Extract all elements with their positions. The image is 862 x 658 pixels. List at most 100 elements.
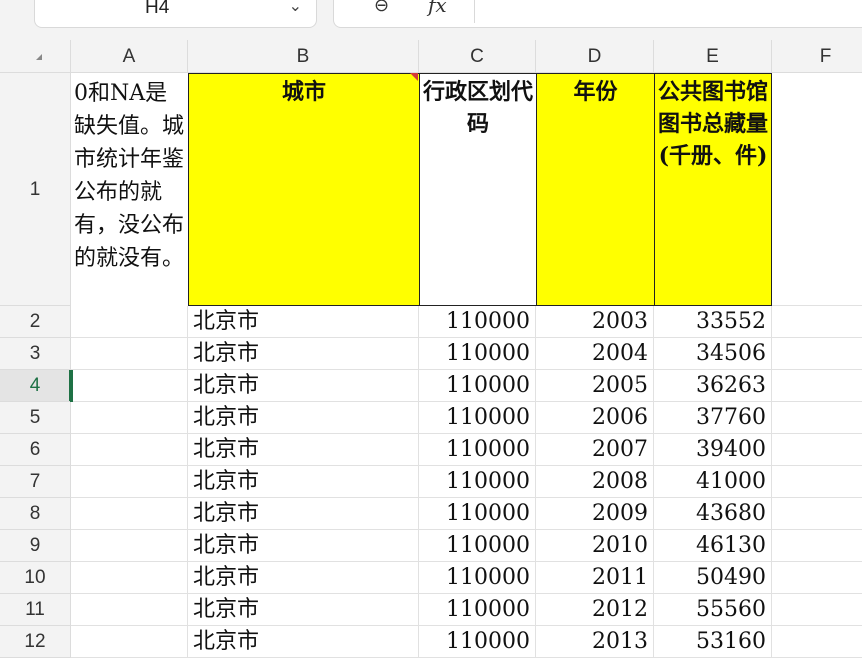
cell-city[interactable]: 北京市 (188, 402, 419, 434)
cell-f[interactable] (772, 626, 862, 658)
row-header-9[interactable]: 9 (0, 530, 71, 562)
cell-f[interactable] (772, 530, 862, 562)
cell-a[interactable] (71, 402, 188, 434)
cell-code[interactable]: 110000 (419, 594, 536, 626)
cell-f[interactable] (772, 370, 862, 402)
cell-a[interactable] (71, 370, 188, 402)
cell-books[interactable]: 43680 (654, 498, 772, 530)
cell-code[interactable]: 110000 (419, 498, 536, 530)
row-header-6[interactable]: 6 (0, 434, 71, 466)
cell-city[interactable]: 北京市 (188, 594, 419, 626)
cell-f1[interactable] (772, 73, 862, 306)
cell-code[interactable]: 110000 (419, 434, 536, 466)
cell-f[interactable] (772, 306, 862, 338)
cell-books[interactable]: 41000 (654, 466, 772, 498)
active-cell-indicator (70, 370, 73, 402)
cell-code[interactable]: 110000 (419, 306, 536, 338)
cell-books[interactable]: 55560 (654, 594, 772, 626)
cell-a[interactable] (71, 626, 188, 658)
cell-f[interactable] (772, 338, 862, 370)
cell-year[interactable]: 2009 (536, 498, 654, 530)
chevron-down-icon[interactable]: ⌄ (289, 0, 302, 15)
row-header-4[interactable]: 4 (0, 370, 71, 402)
cell-code[interactable]: 110000 (419, 370, 536, 402)
cell-f[interactable] (772, 562, 862, 594)
cell-books[interactable]: 39400 (654, 434, 772, 466)
cell-books[interactable]: 53160 (654, 626, 772, 658)
column-header-a[interactable]: A (71, 40, 188, 73)
cell-year[interactable]: 2010 (536, 530, 654, 562)
cell-year[interactable]: 2007 (536, 434, 654, 466)
cell-a[interactable] (71, 562, 188, 594)
column-header-d[interactable]: D (536, 40, 654, 73)
header-year[interactable]: 年份 (536, 73, 655, 306)
cell-books[interactable]: 34506 (654, 338, 772, 370)
cell-code[interactable]: 110000 (419, 466, 536, 498)
cell-city[interactable]: 北京市 (188, 306, 419, 338)
cell-f[interactable] (772, 466, 862, 498)
cell-city[interactable]: 北京市 (188, 434, 419, 466)
cell-city[interactable]: 北京市 (188, 338, 419, 370)
row-header-7[interactable]: 7 (0, 466, 71, 498)
header-books[interactable]: 公共图书馆图书总藏量(千册、件) (654, 73, 772, 306)
divider (474, 0, 475, 23)
cell-code[interactable]: 110000 (419, 338, 536, 370)
cell-city[interactable]: 北京市 (188, 498, 419, 530)
select-all-icon (36, 54, 42, 60)
cell-city[interactable]: 北京市 (188, 466, 419, 498)
cell-a[interactable] (71, 498, 188, 530)
cell-year[interactable]: 2003 (536, 306, 654, 338)
cell-a[interactable] (71, 338, 188, 370)
formula-bar[interactable]: ⊖ fx (333, 0, 862, 28)
cell-books[interactable]: 37760 (654, 402, 772, 434)
row-header-10[interactable]: 10 (0, 562, 71, 594)
cell-code[interactable]: 110000 (419, 402, 536, 434)
cell-code[interactable]: 110000 (419, 530, 536, 562)
select-all-button[interactable] (0, 40, 71, 73)
row-header-11[interactable]: 11 (0, 594, 71, 626)
column-header-c[interactable]: C (419, 40, 536, 73)
cell-city[interactable]: 北京市 (188, 562, 419, 594)
cell-a[interactable] (71, 306, 188, 338)
row-header-3[interactable]: 3 (0, 338, 71, 370)
cell-city[interactable]: 北京市 (188, 370, 419, 402)
cell-year[interactable]: 2012 (536, 594, 654, 626)
cell-books[interactable]: 46130 (654, 530, 772, 562)
note-cell-a1[interactable]: 0和NA是缺失值。城市统计年鉴公布的就有，没公布的就没有。 (71, 73, 189, 306)
toolbar: H4 ⌄ ⊖ fx (0, 0, 862, 40)
row-header-8[interactable]: 8 (0, 498, 71, 530)
cell-f[interactable] (772, 594, 862, 626)
cell-f[interactable] (772, 434, 862, 466)
cell-f[interactable] (772, 498, 862, 530)
cell-books[interactable]: 50490 (654, 562, 772, 594)
header-city[interactable]: 城市 (188, 73, 420, 306)
cell-city[interactable]: 北京市 (188, 626, 419, 658)
cell-year[interactable]: 2013 (536, 626, 654, 658)
cell-year[interactable]: 2006 (536, 402, 654, 434)
column-header-f[interactable]: F (772, 40, 862, 73)
row-header-1[interactable]: 1 (0, 73, 71, 306)
cell-year[interactable]: 2008 (536, 466, 654, 498)
cell-f[interactable] (772, 402, 862, 434)
cell-year[interactable]: 2005 (536, 370, 654, 402)
cell-books[interactable]: 33552 (654, 306, 772, 338)
cell-city[interactable]: 北京市 (188, 530, 419, 562)
cell-a[interactable] (71, 434, 188, 466)
cell-a[interactable] (71, 530, 188, 562)
cell-code[interactable]: 110000 (419, 626, 536, 658)
cell-year[interactable]: 2011 (536, 562, 654, 594)
column-header-e[interactable]: E (654, 40, 772, 73)
cell-books[interactable]: 36263 (654, 370, 772, 402)
row-header-12[interactable]: 12 (0, 626, 71, 658)
cell-a[interactable] (71, 466, 188, 498)
cell-a[interactable] (71, 594, 188, 626)
zoom-icon[interactable]: ⊖ (374, 0, 389, 16)
cell-year[interactable]: 2004 (536, 338, 654, 370)
cell-code[interactable]: 110000 (419, 562, 536, 594)
row-header-2[interactable]: 2 (0, 306, 71, 338)
name-box[interactable]: H4 ⌄ (34, 0, 317, 28)
column-header-b[interactable]: B (188, 40, 419, 73)
row-header-5[interactable]: 5 (0, 402, 71, 434)
header-code[interactable]: 行政区划代码 (419, 73, 537, 306)
function-icon[interactable]: fx (428, 0, 447, 17)
